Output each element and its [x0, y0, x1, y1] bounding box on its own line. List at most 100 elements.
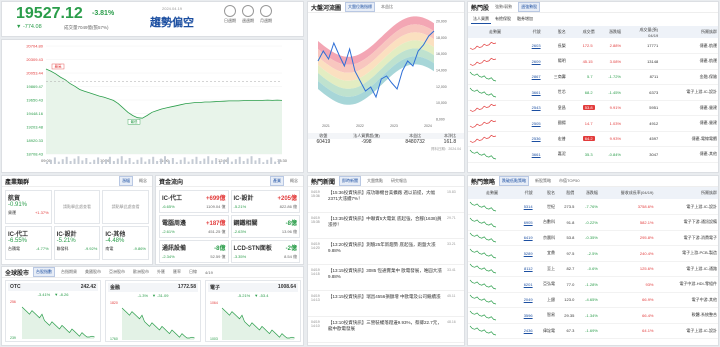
strategy-row[interactable]: 3596 智易 29.35 -1.34% 66.4% 軟體-系統整合	[468, 308, 718, 324]
global-tab-7[interactable]: 日線	[187, 268, 199, 276]
fund-tile[interactable]: LCD-STN面板 -2億 -3.35% 8.54 億	[230, 240, 300, 263]
stock-name[interactable]: 台數科	[534, 215, 556, 231]
stock-name[interactable]: 世紀	[534, 199, 556, 215]
stock-code[interactable]: 2867	[522, 69, 542, 85]
global-tab-2[interactable]: 美國股市	[83, 268, 103, 276]
global-tab-1[interactable]: 台指期貨	[59, 268, 79, 276]
strategy-row[interactable]: 5314 世紀 273.5 -7.76% 3758.6% 電子上游-IC-設計	[468, 199, 718, 215]
sector-tile[interactable]: IC-其他 -4.48% 南電 -9.86%	[102, 226, 149, 260]
hot-stock-row[interactable]: 2543 皇昌 53.8 9.91% 5951 傳產-營建	[468, 100, 718, 116]
stock-code[interactable]: 6905	[516, 215, 533, 231]
fund-tile[interactable]: 鋼鐵相關 -8億 -2.63% 13.96 億	[230, 215, 300, 238]
hot-stock-row[interactable]: 3661 嘉泥 35.3 -0.84% 3047 傳產-其他	[468, 147, 718, 163]
sector-tile[interactable]: IC-設計 -5.21% 聯發科 -9.92%	[53, 226, 101, 260]
news-item[interactable]: 04/19 14:13 【13:15投資快訊】瑞昌4556損額增 中歐電及公司繼續漲…	[308, 291, 464, 317]
fund-tile[interactable]: 電腦周邊 +187億 -2.61% 451.25 億	[159, 215, 229, 238]
sector-tile[interactable]: IC-代工 -6.55% 台積電 -4.77%	[5, 226, 52, 260]
hot-stock-row[interactable]: 2609 陽明 45.15 3.08% 13148 傳產-航運	[468, 54, 718, 70]
stock-code[interactable]: 2505	[522, 116, 542, 132]
news-item[interactable]: 04/19 14:15 【13:15投資快訊】3085 恆通實業中 歐電發展，唯圓大…	[308, 265, 464, 291]
period-2[interactable]: 月週期	[260, 5, 272, 24]
stock-name[interactable]: 至上	[534, 261, 556, 277]
stock-code[interactable]: 3661	[522, 147, 542, 163]
strategy-row[interactable]: 2049 上銀 123.0 -4.65% 66.9% 電子中游-其他	[468, 292, 718, 308]
news-item[interactable]: 04/19 14:10 【13:10投資快訊】三營裝權落蹬邊9.93%，蔡卿22.7…	[308, 317, 464, 343]
fund-tab-concept[interactable]: 概念	[288, 177, 300, 185]
stock-name[interactable]: 國揚	[542, 116, 567, 132]
hot-subtab-inst[interactable]: 法人買賣	[471, 15, 491, 24]
stock-code[interactable]: 2049	[516, 292, 533, 308]
stock-code[interactable]: 5289	[516, 246, 533, 262]
news-headline[interactable]: 【13:35投資快訊】中聯資5大電氣 底起強，合腳(1638)員漲停！	[328, 216, 444, 235]
fund-tile[interactable]: IC-代工 +699億 -6.65% 1109.04 億	[159, 190, 229, 213]
stock-code[interactable]: 2543	[522, 100, 542, 116]
stock-name[interactable]: 陽明	[542, 54, 567, 70]
fund-tile[interactable]: IC-設計 +205億 -5.21% 822.86 億	[230, 190, 300, 213]
strategy-row[interactable]: 8112 至上 82.7 -0.6% 125.6% 電子上游-IC-通路	[468, 261, 718, 277]
sector-tile[interactable]: 航貿 -0.91% 貨運 +1.37%	[5, 190, 52, 224]
stock-name[interactable]: 世芯	[542, 85, 567, 101]
news-item[interactable]: 04/19 15:35 【13:35投資快訊】中聯資5大電氣 底起強，合腳(1638…	[308, 213, 464, 239]
sector-placeholder[interactable]: 請點擊此處查看	[53, 190, 101, 224]
strategy-tab-low[interactable]: 跌破低點策略	[499, 176, 530, 186]
stock-name[interactable]: 偉詮電	[534, 323, 556, 339]
news-tab-report[interactable]: 研究報告	[389, 177, 409, 185]
stock-code[interactable]: 6201	[516, 277, 533, 293]
strategy-row[interactable]: 6419 京晨科 53.8 -0.35% 295.8% 電子下游-消費電子	[468, 230, 718, 246]
stock-code[interactable]: 3596	[516, 308, 533, 324]
news-headline[interactable]: 【13:15投資快訊】3085 恆通實業中 歐電發展，唯圓大漲9.88%	[328, 268, 444, 287]
stock-name[interactable]: 宏普	[542, 131, 567, 147]
stock-name[interactable]: 亞弘電	[534, 277, 556, 293]
global-tab-8[interactable]: 4/19	[203, 269, 215, 276]
stock-name[interactable]: 三商壽	[542, 69, 567, 85]
hot-stock-row[interactable]: 2603 長榮 172.5 2.88% 17771 傳產-航運	[468, 38, 718, 54]
stock-code[interactable]: 5314	[516, 199, 533, 215]
stock-name[interactable]: 皇昌	[542, 100, 567, 116]
global-tab-6[interactable]: 匯率	[171, 268, 183, 276]
stock-name[interactable]: 宜鼎	[534, 246, 556, 262]
stock-code[interactable]: 2436	[516, 323, 533, 339]
news-item[interactable]: 04/19 14:20 【13:20投資快訊】測驗25年新趨勢 底起強，跑盤大漲9.…	[308, 239, 464, 265]
news-item[interactable]: 04/19 15:36 【15:36投資快訊】成功聯機台美擴廠 週以前提，大幅237…	[308, 187, 464, 213]
news-headline[interactable]: 【13:10投資快訊】三營裝權落蹬邊9.93%，蔡卿22.7元，龍中歐電發展	[328, 320, 444, 339]
news-tab-live[interactable]: 即時新聞	[339, 176, 362, 186]
strategy-tab-new[interactable]: 新股策略	[533, 177, 553, 185]
stock-code[interactable]: 6419	[516, 230, 533, 246]
strategy-row[interactable]: 5289 宜鼎 97.5 -2.5% 240.4% 電子上游-PCB-製造	[468, 246, 718, 262]
stock-code[interactable]: 8112	[516, 261, 533, 277]
sector-placeholder[interactable]: 請點擊此處查看	[102, 190, 149, 224]
news-headline[interactable]: 【15:36投資快訊】成功聯機台美擴廠 週以前提，大幅2371大漲續7%！	[328, 190, 444, 209]
stock-name[interactable]: 上銀	[534, 292, 556, 308]
global-index-card[interactable]: 電子 1008.64 -5.21% ▼ -53.4 1064 1003	[205, 280, 301, 342]
global-tab-5[interactable]: 外匯	[155, 268, 167, 276]
stock-name[interactable]: 嘉泥	[542, 147, 567, 163]
stock-name[interactable]: 京晨科	[534, 230, 556, 246]
fund-tile[interactable]: 通訊設備 -8億 -2.34% 52.59 億	[159, 240, 229, 263]
global-tab-4[interactable]: 歐洲股市	[131, 268, 151, 276]
hot-subtab-short[interactable]: 融券增加	[515, 15, 535, 24]
sector-tab-gain[interactable]: 漲幅	[119, 176, 133, 186]
stock-code[interactable]: 2603	[522, 38, 542, 54]
hot-stock-row[interactable]: 2867 三商壽 5.7 -1.72% 8711 金融-保險	[468, 69, 718, 85]
stock-code[interactable]: 3661	[522, 85, 542, 101]
hot-stock-row[interactable]: 2536 宏普 64.2 9.93% 4597 傳產-電線電纜	[468, 131, 718, 147]
stock-code[interactable]: 2609	[522, 54, 542, 70]
bigmarket-tab-pe[interactable]: 本益比	[379, 3, 395, 11]
hot-subtab-margin[interactable]: 有擔保股	[493, 15, 513, 24]
bigmarket-tab-level[interactable]: 大盤位階指標	[345, 2, 376, 12]
strategy-row[interactable]: 6905 台數科 91.8 -0.22% 582.1% 電子下游-通訊設備	[468, 215, 718, 231]
news-headline[interactable]: 【13:20投資快訊】測驗25年新趨勢 底起強，跑盤大漲9.88%	[328, 242, 444, 261]
stock-name[interactable]: 長榮	[542, 38, 567, 54]
period-1[interactable]: 週週期	[242, 5, 254, 24]
global-index-card[interactable]: OTC 242.42 -3.41% ▼ -8.26 256 239	[5, 280, 101, 342]
global-index-card[interactable]: 金融 1772.58 -1.3% ▼ -31.09 1820 1760	[105, 280, 201, 342]
strategy-row[interactable]: 2436 偉詮電 67.3 -1.69% 64.1% 電子上游-IC-設計	[468, 323, 718, 339]
global-tab-0[interactable]: 台股指數	[33, 267, 56, 277]
stock-name[interactable]: 智易	[534, 308, 556, 324]
global-tab-3[interactable]: 亞洲股市	[107, 268, 127, 276]
hot-tab-strong[interactable]: 強勢/弱勢	[493, 3, 514, 11]
stock-code[interactable]: 2536	[522, 131, 542, 147]
strategy-tab-top50[interactable]: 市值TOP50	[557, 177, 582, 185]
strategy-row[interactable]: 6201 亞弘電 77.0 -1.28% 93% 電子中游-HDI-零組件	[468, 277, 718, 293]
sector-tab-concept[interactable]: 概念	[137, 177, 149, 185]
